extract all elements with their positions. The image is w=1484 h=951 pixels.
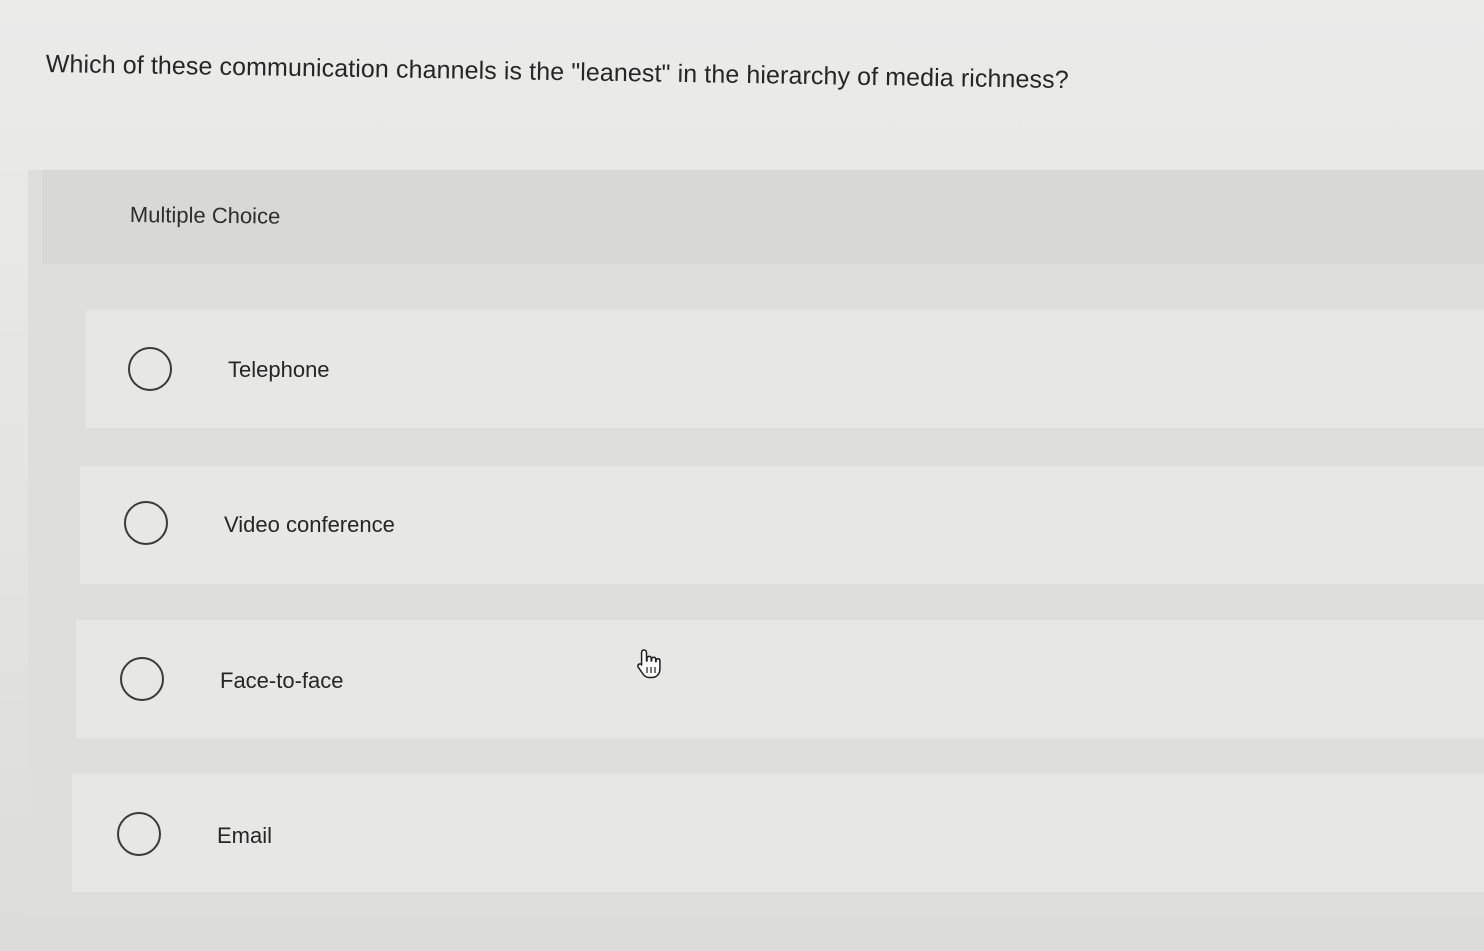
option-label: Email — [217, 823, 273, 848]
quiz-page: Which of these communication channels is… — [0, 0, 1484, 951]
option-email[interactable]: Email — [72, 774, 1484, 892]
answer-options: Telephone Video conference Face-to-face … — [28, 170, 1484, 916]
radio-button-icon[interactable] — [128, 347, 172, 391]
radio-button-icon[interactable] — [120, 657, 164, 701]
multiple-choice-panel: Multiple Choice Telephone Video conferen… — [28, 170, 1484, 916]
question-text: Which of these communication channels is… — [45, 49, 1069, 95]
option-video-conference[interactable]: Video conference — [80, 466, 1484, 584]
option-label: Telephone — [228, 357, 330, 382]
option-face-to-face[interactable]: Face-to-face — [76, 620, 1484, 738]
option-telephone[interactable]: Telephone — [86, 310, 1484, 428]
radio-button-icon[interactable] — [124, 501, 168, 545]
option-label: Face-to-face — [220, 668, 344, 693]
hand-pointer-icon — [637, 649, 661, 679]
radio-button-icon[interactable] — [117, 812, 161, 856]
option-label: Video conference — [224, 512, 395, 537]
